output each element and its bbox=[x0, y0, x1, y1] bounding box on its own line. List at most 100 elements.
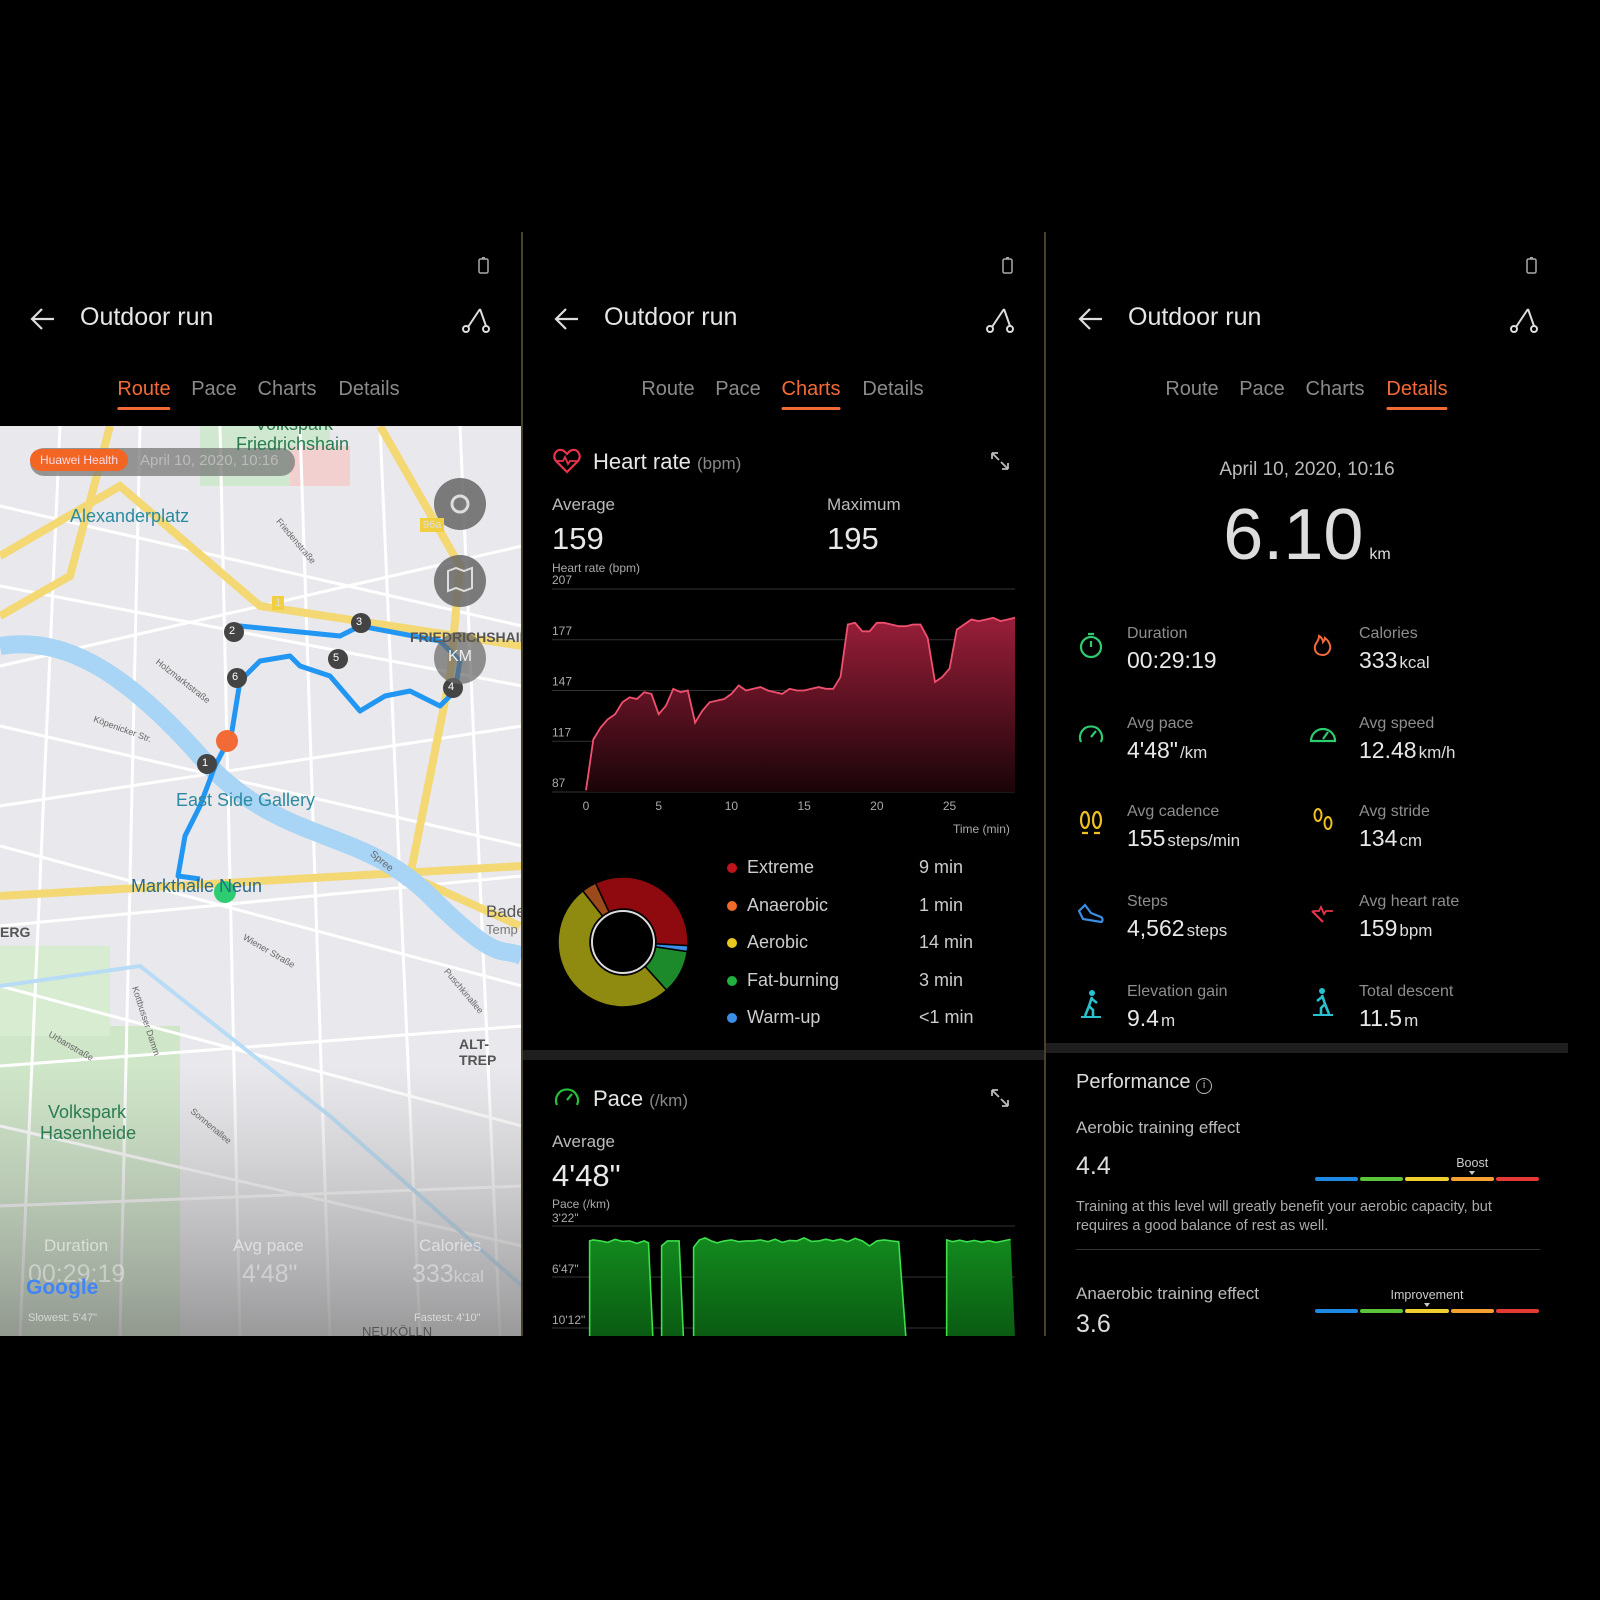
tab-route[interactable]: Route bbox=[641, 378, 694, 401]
metric-value: 12.48 km/h bbox=[1359, 737, 1456, 763]
y-tick-label: 3'22" bbox=[552, 1212, 579, 1225]
zone-value: <1 min bbox=[919, 1007, 974, 1027]
km-toggle-label[interactable]: KM bbox=[448, 648, 472, 666]
map-calories-label: Calories bbox=[419, 1236, 482, 1255]
tab-charts[interactable]: Charts bbox=[781, 378, 840, 410]
battery-icon bbox=[1526, 257, 1537, 274]
aerobic-effect-value: 4.4 bbox=[1076, 1152, 1111, 1180]
tab-pace[interactable]: Pace bbox=[191, 378, 237, 401]
charts-panel: Outdoor run Route Pace Charts Details He… bbox=[523, 232, 1045, 1336]
map-label: ERG bbox=[0, 924, 31, 940]
zone-dot bbox=[727, 975, 737, 986]
scale-segment bbox=[1405, 1177, 1449, 1181]
info-icon[interactable]: i bbox=[1196, 1078, 1213, 1094]
route-map[interactable]: Huawei Health April 10, 2020, 10:16 Volk… bbox=[0, 426, 522, 1336]
x-tick-label: 0 bbox=[583, 799, 590, 813]
y-tick-label: 87 bbox=[552, 776, 566, 790]
map-label: Volkspark bbox=[48, 1102, 127, 1122]
scale-segment bbox=[1495, 1177, 1539, 1181]
route-panel: Outdoor run Route Pace Charts Details Hu… bbox=[0, 232, 522, 1336]
shoe-icon bbox=[1077, 903, 1104, 924]
x-tick-label: 15 bbox=[797, 799, 811, 813]
metric-avg-heart-rate: Avg heart rate 159 bpm bbox=[1309, 893, 1549, 953]
metric-value: 4,562 steps bbox=[1127, 915, 1228, 941]
x-tick-label: 20 bbox=[870, 799, 884, 813]
route-share-icon[interactable] bbox=[460, 303, 492, 335]
metric-steps: Steps 4,562 steps bbox=[1077, 893, 1317, 953]
anaerobic-effect-scale: Improvement bbox=[1314, 1288, 1540, 1316]
effect-level-pointer bbox=[1424, 1303, 1430, 1307]
hr-area bbox=[586, 617, 1015, 792]
slowest-pace: Slowest: 5'47" bbox=[28, 1312, 97, 1324]
tab-charts[interactable]: Charts bbox=[1306, 378, 1365, 401]
fastest-pace: Fastest: 4'10" bbox=[414, 1312, 481, 1324]
map-label: Friedrichshain bbox=[236, 434, 350, 454]
map-label: Markthalle Neun bbox=[131, 876, 263, 896]
back-arrow-icon[interactable] bbox=[1076, 304, 1106, 334]
map-pace-label: Avg pace bbox=[233, 1236, 304, 1255]
scale-segment bbox=[1360, 1309, 1404, 1313]
km-marker-2: 2 bbox=[229, 625, 236, 637]
metric-value: 4'48"/km bbox=[1127, 737, 1208, 763]
route-share-icon[interactable] bbox=[1508, 303, 1540, 335]
zone-name: Extreme bbox=[747, 857, 815, 877]
tab-details[interactable]: Details bbox=[1386, 378, 1448, 410]
scale-segment bbox=[1360, 1177, 1404, 1181]
x-tick-label: 10 bbox=[725, 799, 739, 813]
performance-title: Performance i bbox=[1076, 1071, 1213, 1094]
map-duration-label: Duration bbox=[44, 1236, 109, 1255]
heart-icon bbox=[1311, 904, 1333, 923]
pace-gauge-icon bbox=[554, 1088, 580, 1106]
scale-segment bbox=[1315, 1177, 1359, 1181]
metric-value: 155 steps/min bbox=[1127, 825, 1241, 851]
hr-zone-legend: Extreme 9 min Anaerobic 1 min Aerobic 14 mi… bbox=[727, 857, 987, 1045]
km-marker-6: 6 bbox=[232, 671, 239, 683]
zone-dot bbox=[727, 900, 737, 911]
hr-maximum-value: 195 bbox=[827, 521, 879, 556]
zone-name: Fat-burning bbox=[747, 969, 840, 990]
donut-inner-ring bbox=[591, 910, 655, 974]
metric-avg-cadence: Avg cadence 155 steps/min bbox=[1077, 803, 1317, 863]
effect-level-label: Improvement bbox=[1390, 1288, 1464, 1302]
pace-gauge-icon bbox=[1078, 725, 1104, 743]
workout-date: April 10, 2020, 10:16 bbox=[1219, 459, 1395, 480]
km-marker-3: 3 bbox=[356, 616, 363, 628]
route-share-icon[interactable] bbox=[984, 303, 1016, 335]
tab-pace[interactable]: Pace bbox=[715, 378, 761, 401]
battery-icon bbox=[478, 257, 489, 274]
y-tick-label: 177 bbox=[552, 624, 572, 638]
tab-route[interactable]: Route bbox=[1165, 378, 1218, 401]
metric-label: Avg heart rate bbox=[1359, 893, 1460, 910]
map-label: Temp bbox=[486, 922, 518, 937]
back-arrow-icon[interactable] bbox=[552, 304, 582, 334]
pace-chart-ylabel: Pace (/km) bbox=[552, 1197, 611, 1211]
tab-pace[interactable]: Pace bbox=[1239, 378, 1285, 401]
zone-value: 1 min bbox=[919, 894, 964, 915]
tab-details[interactable]: Details bbox=[338, 378, 399, 401]
distance-total: 6.10 km bbox=[1223, 495, 1391, 575]
zone-row: Anaerobic 1 min bbox=[727, 895, 987, 933]
heart-rate-title: Heart rate (bpm) bbox=[593, 449, 742, 474]
zone-dot bbox=[727, 863, 737, 873]
scale-segment bbox=[1495, 1309, 1539, 1313]
huawei-health-badge: Huawei Health bbox=[30, 449, 129, 471]
metric-label: Avg cadence bbox=[1127, 803, 1220, 820]
tab-details[interactable]: Details bbox=[862, 378, 923, 401]
section-separator bbox=[523, 1050, 1045, 1060]
hr-average-label: Average bbox=[552, 495, 616, 514]
expand-icon[interactable] bbox=[989, 1087, 1011, 1109]
speedometer-icon bbox=[1309, 727, 1337, 743]
y-tick-label: 10'12" bbox=[552, 1313, 585, 1327]
map-label: Alexanderplatz bbox=[70, 506, 190, 526]
y-tick-label: 147 bbox=[552, 675, 572, 689]
tab-route[interactable]: Route bbox=[117, 378, 172, 410]
expand-icon[interactable] bbox=[989, 450, 1011, 472]
metric-avg-stride: Avg stride 134 cm bbox=[1309, 803, 1549, 863]
back-arrow-icon[interactable] bbox=[28, 304, 58, 334]
tab-charts[interactable]: Charts bbox=[258, 378, 317, 401]
scale-segment bbox=[1450, 1309, 1494, 1313]
flame-icon bbox=[1313, 634, 1332, 657]
metric-value: 9.4 m bbox=[1127, 1005, 1176, 1031]
aerobic-effect-description: Training at this level will greatly bene… bbox=[1076, 1199, 1492, 1234]
map-label: East Side Gallery bbox=[176, 790, 316, 810]
